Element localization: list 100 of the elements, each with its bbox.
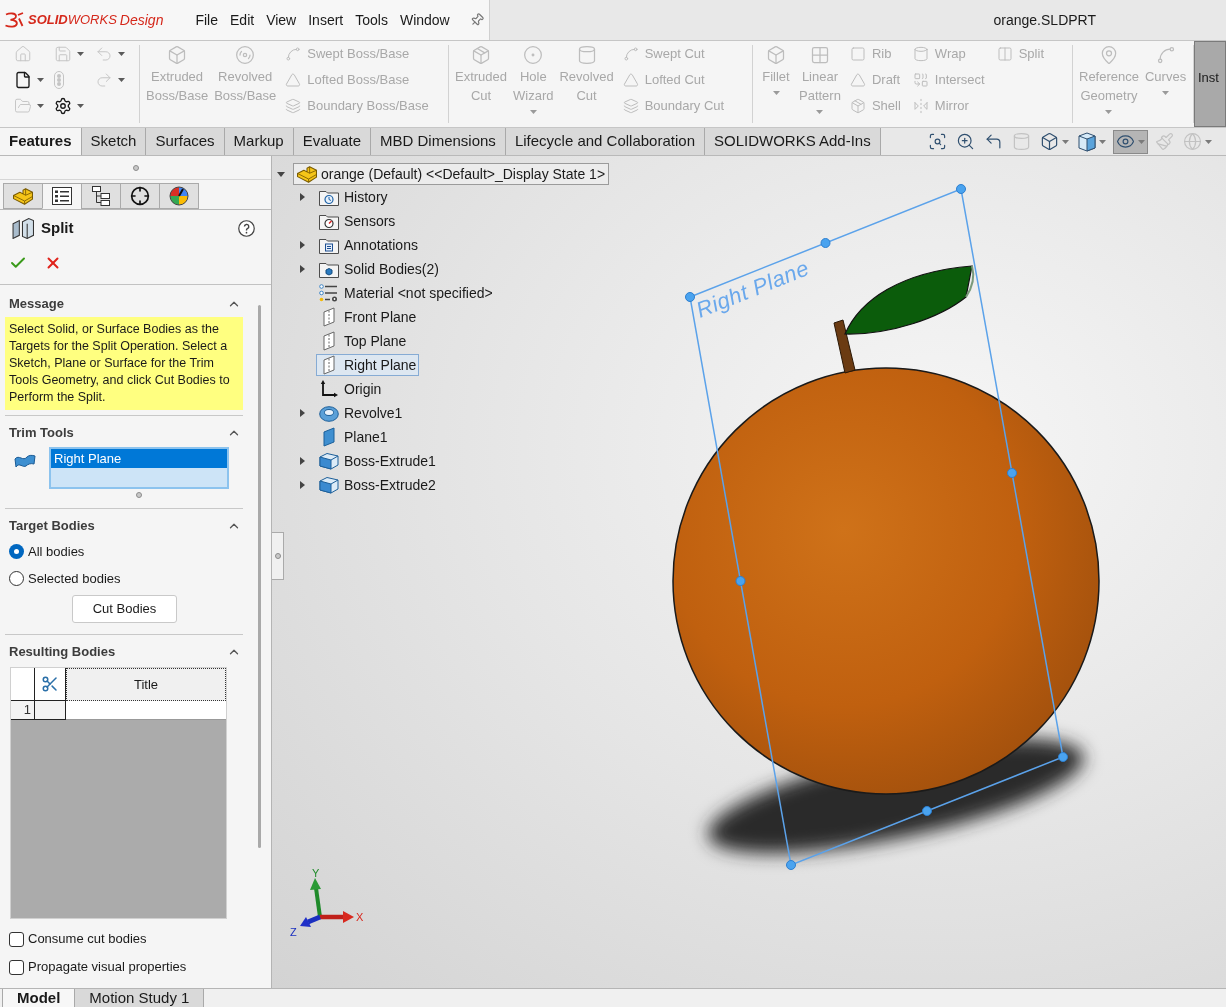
tree-icon: [92, 186, 110, 206]
expand-arrow-icon[interactable]: [300, 409, 305, 417]
plane-handle[interactable]: [685, 292, 695, 302]
cube-icon: [766, 45, 786, 65]
radio-label[interactable]: Selected bodies: [28, 568, 121, 589]
toolbar-button[interactable]: [1113, 129, 1148, 154]
menu-item[interactable]: Edit: [224, 7, 261, 33]
stem: [833, 319, 856, 374]
x-axis-arrow: [320, 911, 354, 923]
folder-note-icon: [319, 236, 339, 254]
tab[interactable]: Sketch: [81, 128, 147, 155]
combine-icon: [912, 72, 929, 88]
plane-handle[interactable]: [1007, 468, 1017, 478]
tree-item[interactable]: Solid Bodies(2): [316, 258, 442, 280]
plane-handle[interactable]: [956, 184, 966, 194]
panel-tab[interactable]: [42, 183, 82, 209]
collapse-arrow-icon[interactable]: [277, 171, 285, 177]
splitter-handle[interactable]: [272, 532, 284, 580]
tree-item[interactable]: Sensors: [316, 210, 399, 232]
tree-item[interactable]: Material <not specified>: [316, 282, 496, 304]
tree-item[interactable]: Annotations: [316, 234, 421, 256]
tree-item[interactable]: Plane1: [316, 426, 391, 448]
checkbox[interactable]: [9, 959, 24, 975]
layers-icon: [622, 98, 639, 114]
package-icon: [849, 98, 866, 114]
folder-gauge-icon: [319, 212, 339, 230]
selection-list[interactable]: Right Plane: [49, 447, 229, 489]
expand-arrow-icon[interactable]: [300, 241, 305, 249]
plane-icon: [323, 427, 335, 447]
radio-button[interactable]: [9, 571, 24, 586]
columns-icon: [996, 46, 1013, 62]
menu-item[interactable]: File: [189, 7, 224, 33]
split-block-icon: [12, 217, 34, 239]
tree-item[interactable]: History: [316, 186, 391, 208]
ribbon-button[interactable]: Inst: [1194, 41, 1226, 127]
plane-handle[interactable]: [820, 238, 831, 248]
package-icon: [471, 45, 491, 65]
tab[interactable]: SOLIDWORKS Add-Ins: [705, 128, 881, 155]
tab[interactable]: Features: [0, 128, 82, 155]
checkbox[interactable]: [9, 931, 24, 947]
tree-item[interactable]: Revolve1: [316, 402, 406, 424]
torus-icon: [319, 404, 339, 422]
tree-item[interactable]: Front Plane: [316, 306, 420, 328]
plane-handle[interactable]: [735, 576, 746, 586]
cube-icon: [319, 476, 339, 494]
plane-handle[interactable]: [1058, 752, 1068, 762]
menu-item[interactable]: View: [260, 7, 303, 33]
cube-icon: [319, 452, 339, 470]
panel-tab[interactable]: [120, 183, 160, 209]
checkbox-label[interactable]: Propagate visual properties: [28, 957, 187, 977]
plane-handle[interactable]: [922, 806, 932, 816]
plane-label: Right Plane: [692, 255, 813, 323]
tab[interactable]: Markup: [224, 128, 294, 155]
tab[interactable]: Lifecycle and Collaboration: [505, 128, 705, 155]
list-item[interactable]: Right Plane: [51, 449, 227, 468]
panel-tab[interactable]: [81, 183, 121, 209]
help-button[interactable]: [238, 219, 255, 237]
tab[interactable]: MBD Dimensions: [371, 128, 506, 155]
section-title: Trim Tools: [9, 424, 74, 443]
material-list-icon: [319, 284, 339, 302]
menu-item[interactable]: Insert: [302, 7, 350, 33]
tab[interactable]: Motion Study 1: [74, 989, 205, 1007]
cut-bodies-button[interactable]: Cut Bodies: [72, 595, 177, 623]
caret-icon[interactable]: [1099, 139, 1106, 144]
panel-tab[interactable]: [159, 183, 199, 209]
scissors-icon: [41, 675, 59, 693]
tree-item[interactable]: Boss-Extrude1: [316, 450, 439, 472]
tree-item[interactable]: Top Plane: [316, 330, 410, 352]
expand-arrow-icon[interactable]: [300, 457, 305, 465]
tree-item[interactable]: Boss-Extrude2: [316, 474, 439, 496]
tree-item[interactable]: orange (Default) <<Default>_Display State 1>: [293, 163, 610, 185]
checkbox-label[interactable]: Consume cut bodies: [28, 929, 147, 949]
caret-icon[interactable]: [37, 78, 44, 82]
menu-item[interactable]: Window: [393, 7, 456, 33]
grid-icon: [809, 45, 830, 65]
document-title: orange.SLDPRT: [993, 10, 1096, 30]
color-wheel-icon: [169, 186, 189, 206]
y-axis-label: Y: [312, 868, 320, 879]
expand-arrow-icon[interactable]: [300, 481, 305, 489]
table-header-cell[interactable]: Title: [66, 668, 226, 701]
tab[interactable]: Surfaces: [146, 128, 225, 155]
radio-button[interactable]: [9, 544, 24, 559]
tab[interactable]: Model: [2, 989, 76, 1007]
triangle-icon: [622, 72, 639, 88]
surface-icon: [14, 453, 36, 469]
caret-icon[interactable]: [1062, 139, 1069, 144]
spline-icon: [285, 46, 302, 62]
radio-label[interactable]: All bodies: [28, 541, 85, 562]
expand-arrow-icon[interactable]: [300, 265, 305, 273]
caret-icon[interactable]: [77, 104, 84, 108]
tree-item[interactable]: Right Plane: [316, 354, 420, 376]
disc-icon: [235, 45, 256, 65]
scrollbar[interactable]: [258, 305, 261, 848]
help-icon: [238, 219, 255, 237]
plane-handle[interactable]: [786, 860, 796, 870]
tree-item[interactable]: Origin: [316, 378, 385, 400]
table-cell[interactable]: [66, 701, 226, 720]
expand-arrow-icon[interactable]: [300, 193, 305, 201]
menu-item[interactable]: Tools: [349, 7, 394, 33]
tab[interactable]: Evaluate: [293, 128, 371, 155]
